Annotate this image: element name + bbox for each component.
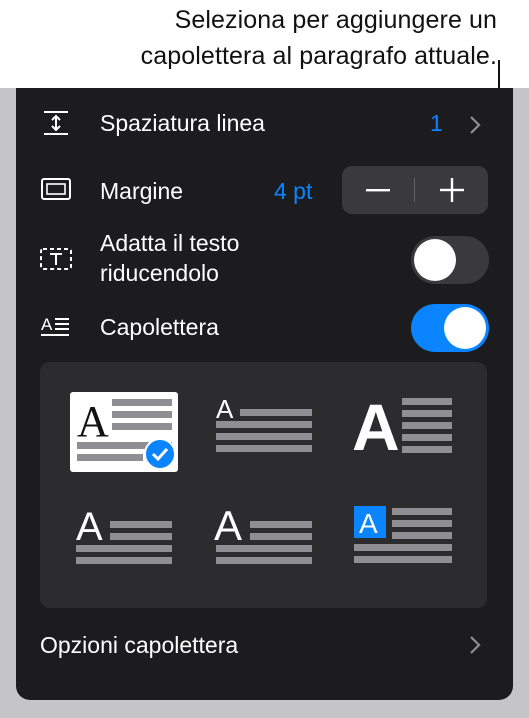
toggle-knob (444, 307, 486, 349)
margin-value: 4 pt (274, 178, 313, 204)
drop-cap-glyph: A (352, 392, 400, 464)
drop-cap-style-6[interactable]: A (350, 502, 458, 582)
line-spacing-value: 1 (430, 110, 443, 136)
drop-cap-style-2[interactable]: A (210, 392, 318, 472)
drop-cap-style-5-preview: A (214, 502, 312, 564)
chevron-right-icon (470, 636, 481, 654)
drop-cap-style-2-preview: A (216, 394, 312, 452)
text-format-panel: Spaziatura linea 1 Margine 4 pt Adatta i… (16, 88, 513, 700)
checkmark-icon (144, 438, 176, 470)
callout-line-1: Seleziona per aggiungere un (174, 6, 497, 34)
drop-cap-row: A Capolettera (16, 302, 513, 354)
callout-line-2: capolettera al paragrafo attuale. (140, 42, 497, 70)
shrink-text-label-line-2: riducendolo (100, 260, 219, 286)
callout-text: Seleziona per aggiungere un capolettera … (17, 2, 497, 74)
drop-cap-label: Capolettera (100, 314, 219, 340)
stepper-divider (414, 178, 415, 202)
drop-cap-style-3-preview: A (352, 390, 452, 464)
drop-cap-style-6-preview: A (354, 506, 452, 563)
drop-cap-glyph: A (359, 508, 378, 539)
margin-stepper (342, 166, 488, 214)
drop-cap-glyph: A (76, 505, 103, 549)
shrink-text-label-line-1: Adatta il testo (100, 230, 240, 256)
margin-label: Margine (100, 178, 184, 204)
line-spacing-label: Spaziatura linea (100, 110, 265, 136)
drop-cap-toggle[interactable] (411, 304, 489, 352)
margin-icon (41, 178, 71, 200)
drop-cap-style-grid: A A A A A A (40, 362, 487, 608)
drop-cap-icon: A (41, 315, 69, 336)
minus-icon (366, 189, 390, 192)
svg-text:A: A (41, 315, 53, 334)
drop-cap-options-label: Opzioni capolettera (40, 632, 239, 658)
shrink-text-icon (40, 248, 72, 270)
toggle-knob (414, 239, 456, 281)
drop-cap-style-4-preview: A (76, 505, 172, 564)
plus-icon (440, 178, 464, 202)
decrement-button[interactable] (342, 166, 414, 214)
drop-cap-style-5[interactable]: A (210, 502, 318, 582)
drop-cap-style-4[interactable]: A (70, 502, 178, 582)
drop-cap-options-row[interactable]: Opzioni capolettera (16, 620, 513, 668)
chevron-right-icon (470, 116, 481, 134)
line-spacing-icon (44, 111, 68, 135)
drop-cap-glyph: A (216, 394, 234, 424)
shrink-text-row: Adatta il testo riducendolo (16, 224, 513, 294)
line-spacing-row[interactable]: Spaziatura linea 1 (16, 100, 513, 148)
drop-cap-glyph: A (214, 502, 242, 549)
shrink-text-label: Adatta il testo riducendolo (100, 228, 239, 288)
increment-button[interactable] (416, 166, 488, 214)
shrink-text-toggle[interactable] (411, 236, 489, 284)
drop-cap-glyph: A (77, 397, 109, 446)
drop-cap-style-3[interactable]: A (350, 390, 458, 472)
drop-cap-style-1[interactable]: A (70, 392, 178, 472)
